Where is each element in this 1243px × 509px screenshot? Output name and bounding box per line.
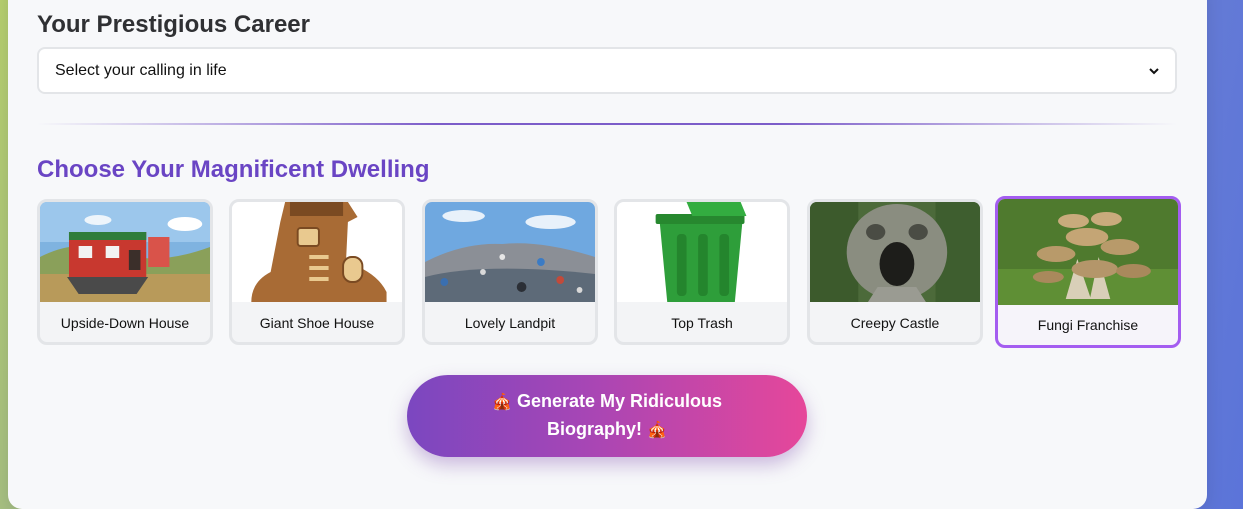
career-select[interactable]: Select your calling in life — [37, 47, 1177, 94]
dwelling-label: Top Trash — [671, 315, 733, 331]
dwelling-label: Lovely Landpit — [464, 315, 556, 331]
dwelling-option-creepy-castle[interactable]: Creepy Castle — [807, 199, 983, 345]
dwelling-label: Upside-Down House — [60, 315, 190, 331]
dwelling-option-lovely-landpit[interactable]: Lovely Landpit — [422, 199, 598, 345]
career-section-title: Your Prestigious Career — [37, 11, 310, 38]
circus-tent-icon: 🎪 — [647, 422, 667, 439]
top-trash-image — [617, 202, 787, 302]
career-select-value: Select your calling in life — [55, 61, 227, 79]
dwelling-option-top-trash[interactable]: Top Trash — [614, 199, 790, 345]
giant-shoe-house-image — [232, 202, 402, 302]
dwelling-option-fungi-franchise[interactable]: Fungi Franchise — [995, 196, 1181, 348]
creepy-castle-image — [810, 202, 980, 302]
dwelling-label: Fungi Franchise — [1037, 317, 1139, 333]
dwelling-section-title: Choose Your Magnificent Dwelling — [37, 156, 430, 183]
form-card: Your Prestigious Career Select your call… — [8, 0, 1207, 509]
dwelling-label: Creepy Castle — [850, 315, 940, 331]
dwelling-label: Giant Shoe House — [259, 315, 375, 331]
upside-down-house-image — [40, 202, 210, 302]
dwelling-option-giant-shoe-house[interactable]: Giant Shoe House — [229, 199, 405, 345]
lovely-landpit-image — [425, 202, 595, 302]
chevron-down-icon — [1147, 64, 1161, 78]
generate-biography-button[interactable]: 🎪 Generate My Ridiculous Biography! 🎪 — [407, 375, 807, 457]
section-divider — [37, 123, 1177, 125]
generate-button-label: Generate My Ridiculous Biography! — [516, 391, 722, 439]
fungi-franchise-image — [998, 199, 1178, 305]
dwelling-option-upside-down-house[interactable]: Upside-Down House — [37, 199, 213, 345]
circus-tent-icon: 🎪 — [492, 394, 512, 411]
